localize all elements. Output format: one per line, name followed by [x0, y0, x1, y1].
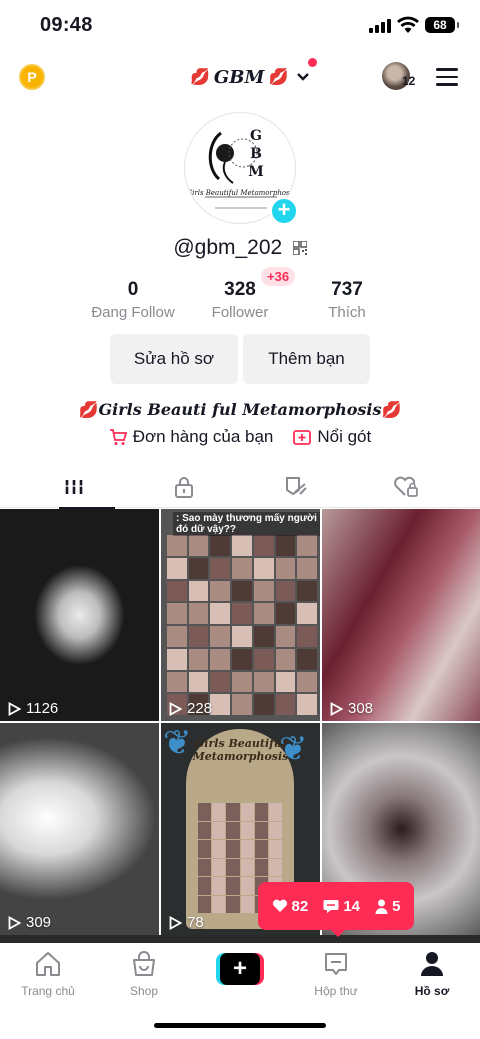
add-avatar-button[interactable]: +	[270, 197, 298, 225]
comment-icon	[323, 899, 339, 913]
edit-profile-button[interactable]: Sửa hồ sơ	[110, 334, 238, 384]
logo-letters: G B M	[248, 128, 264, 180]
following-stat[interactable]: 0 Đang Follow	[78, 279, 188, 321]
lips-icon: 💋	[268, 69, 289, 86]
new-followers-badge: +36	[261, 267, 296, 286]
coin-icon[interactable]: P	[19, 64, 45, 90]
add-box-icon	[293, 430, 312, 445]
lips-icon: 💋	[78, 400, 99, 419]
repost-icon	[286, 477, 307, 496]
tab-private[interactable]	[124, 466, 244, 508]
activity-bubble[interactable]: 82 14 5	[258, 882, 414, 937]
butterfly-icon: ❦	[279, 730, 308, 768]
account-switcher[interactable]: 💋 GBM 💋	[190, 63, 310, 91]
nav-profile[interactable]: Hồ sơ	[384, 951, 480, 998]
view-count: 228	[169, 700, 212, 717]
tab-liked[interactable]	[346, 466, 466, 508]
avatar-count: 12	[402, 74, 416, 88]
menu-icon[interactable]	[436, 68, 458, 86]
next-row-thumbnails[interactable]	[0, 935, 480, 943]
likes-stat[interactable]: 737 Thích	[292, 279, 402, 321]
new-followers-count: 5	[375, 898, 400, 915]
top-bar: P 💋 GBM 💋 12	[0, 52, 480, 102]
video-thumbnail[interactable]: 308	[322, 509, 480, 721]
play-icon	[169, 915, 182, 930]
handle-row: @gbm_202	[0, 236, 480, 260]
content-tabs	[0, 466, 480, 509]
video-thumbnail[interactable]: : Sao mày thương mấy người đó dữ vậy?? 2…	[161, 509, 320, 721]
status-bar: 09:48 68	[0, 0, 480, 52]
heart-icon	[272, 899, 287, 912]
home-indicator	[154, 1023, 326, 1028]
create-button[interactable]: +	[216, 953, 264, 985]
person-icon	[375, 899, 388, 914]
wifi-icon	[397, 16, 419, 33]
add-friend-button[interactable]: Thêm bạn	[243, 334, 370, 384]
profile-stats: 0 Đang Follow 328 Follower 737 Thích	[0, 279, 480, 323]
home-icon	[36, 952, 60, 976]
status-time: 09:48	[40, 14, 93, 36]
qr-code-icon[interactable]	[292, 241, 307, 255]
nav-shop[interactable]: Shop	[96, 951, 192, 998]
cellular-signal-icon	[369, 19, 391, 33]
grid-bars-icon	[65, 480, 83, 494]
play-icon	[8, 701, 21, 716]
tab-videos[interactable]	[14, 466, 134, 509]
plus-icon: +	[220, 953, 260, 985]
play-icon	[330, 701, 343, 716]
notification-dot	[308, 58, 317, 67]
profile-bio: 💋Girls Beauti ful Metamorphosis💋	[78, 400, 402, 419]
view-count: 308	[330, 700, 373, 717]
inbox-icon	[325, 953, 347, 975]
butterfly-icon: ❦	[163, 724, 192, 762]
nav-home[interactable]: Trang chủ	[0, 951, 96, 998]
play-icon	[169, 701, 182, 716]
likes-count: 82	[272, 898, 308, 915]
profile-links: Đơn hàng của bạn Nổi gót	[0, 427, 480, 447]
comments-count: 14	[323, 898, 360, 915]
battery-icon: 68	[425, 17, 459, 33]
orders-link[interactable]: Đơn hàng của bạn	[109, 427, 273, 447]
view-count: 78	[169, 914, 204, 931]
account-name: GBM	[213, 66, 265, 88]
video-thumbnail[interactable]: 309	[0, 723, 159, 935]
profile-person-icon	[421, 952, 443, 976]
view-count: 309	[8, 914, 51, 931]
showcase-link[interactable]: Nổi gót	[293, 427, 371, 447]
username-handle: @gbm_202	[173, 236, 283, 259]
lock-icon	[175, 477, 193, 498]
chevron-down-icon	[296, 69, 310, 85]
heart-lock-icon	[394, 476, 418, 497]
lips-icon: 💋	[190, 69, 210, 86]
view-count: 1126	[8, 700, 58, 717]
photo-mosaic	[167, 535, 317, 715]
cart-icon	[109, 429, 127, 445]
nav-inbox[interactable]: Hộp thư	[288, 951, 384, 998]
lips-icon: 💋	[381, 400, 402, 419]
play-icon	[8, 915, 21, 930]
shop-bag-icon	[133, 951, 155, 976]
video-caption: : Sao mày thương mấy người đó dữ vậy??	[173, 512, 320, 536]
tab-reposts[interactable]	[236, 466, 356, 508]
video-thumbnail[interactable]: 1126	[0, 509, 159, 721]
logo-subtitle: Girls Beautiful Metamorphosis	[186, 189, 296, 197]
